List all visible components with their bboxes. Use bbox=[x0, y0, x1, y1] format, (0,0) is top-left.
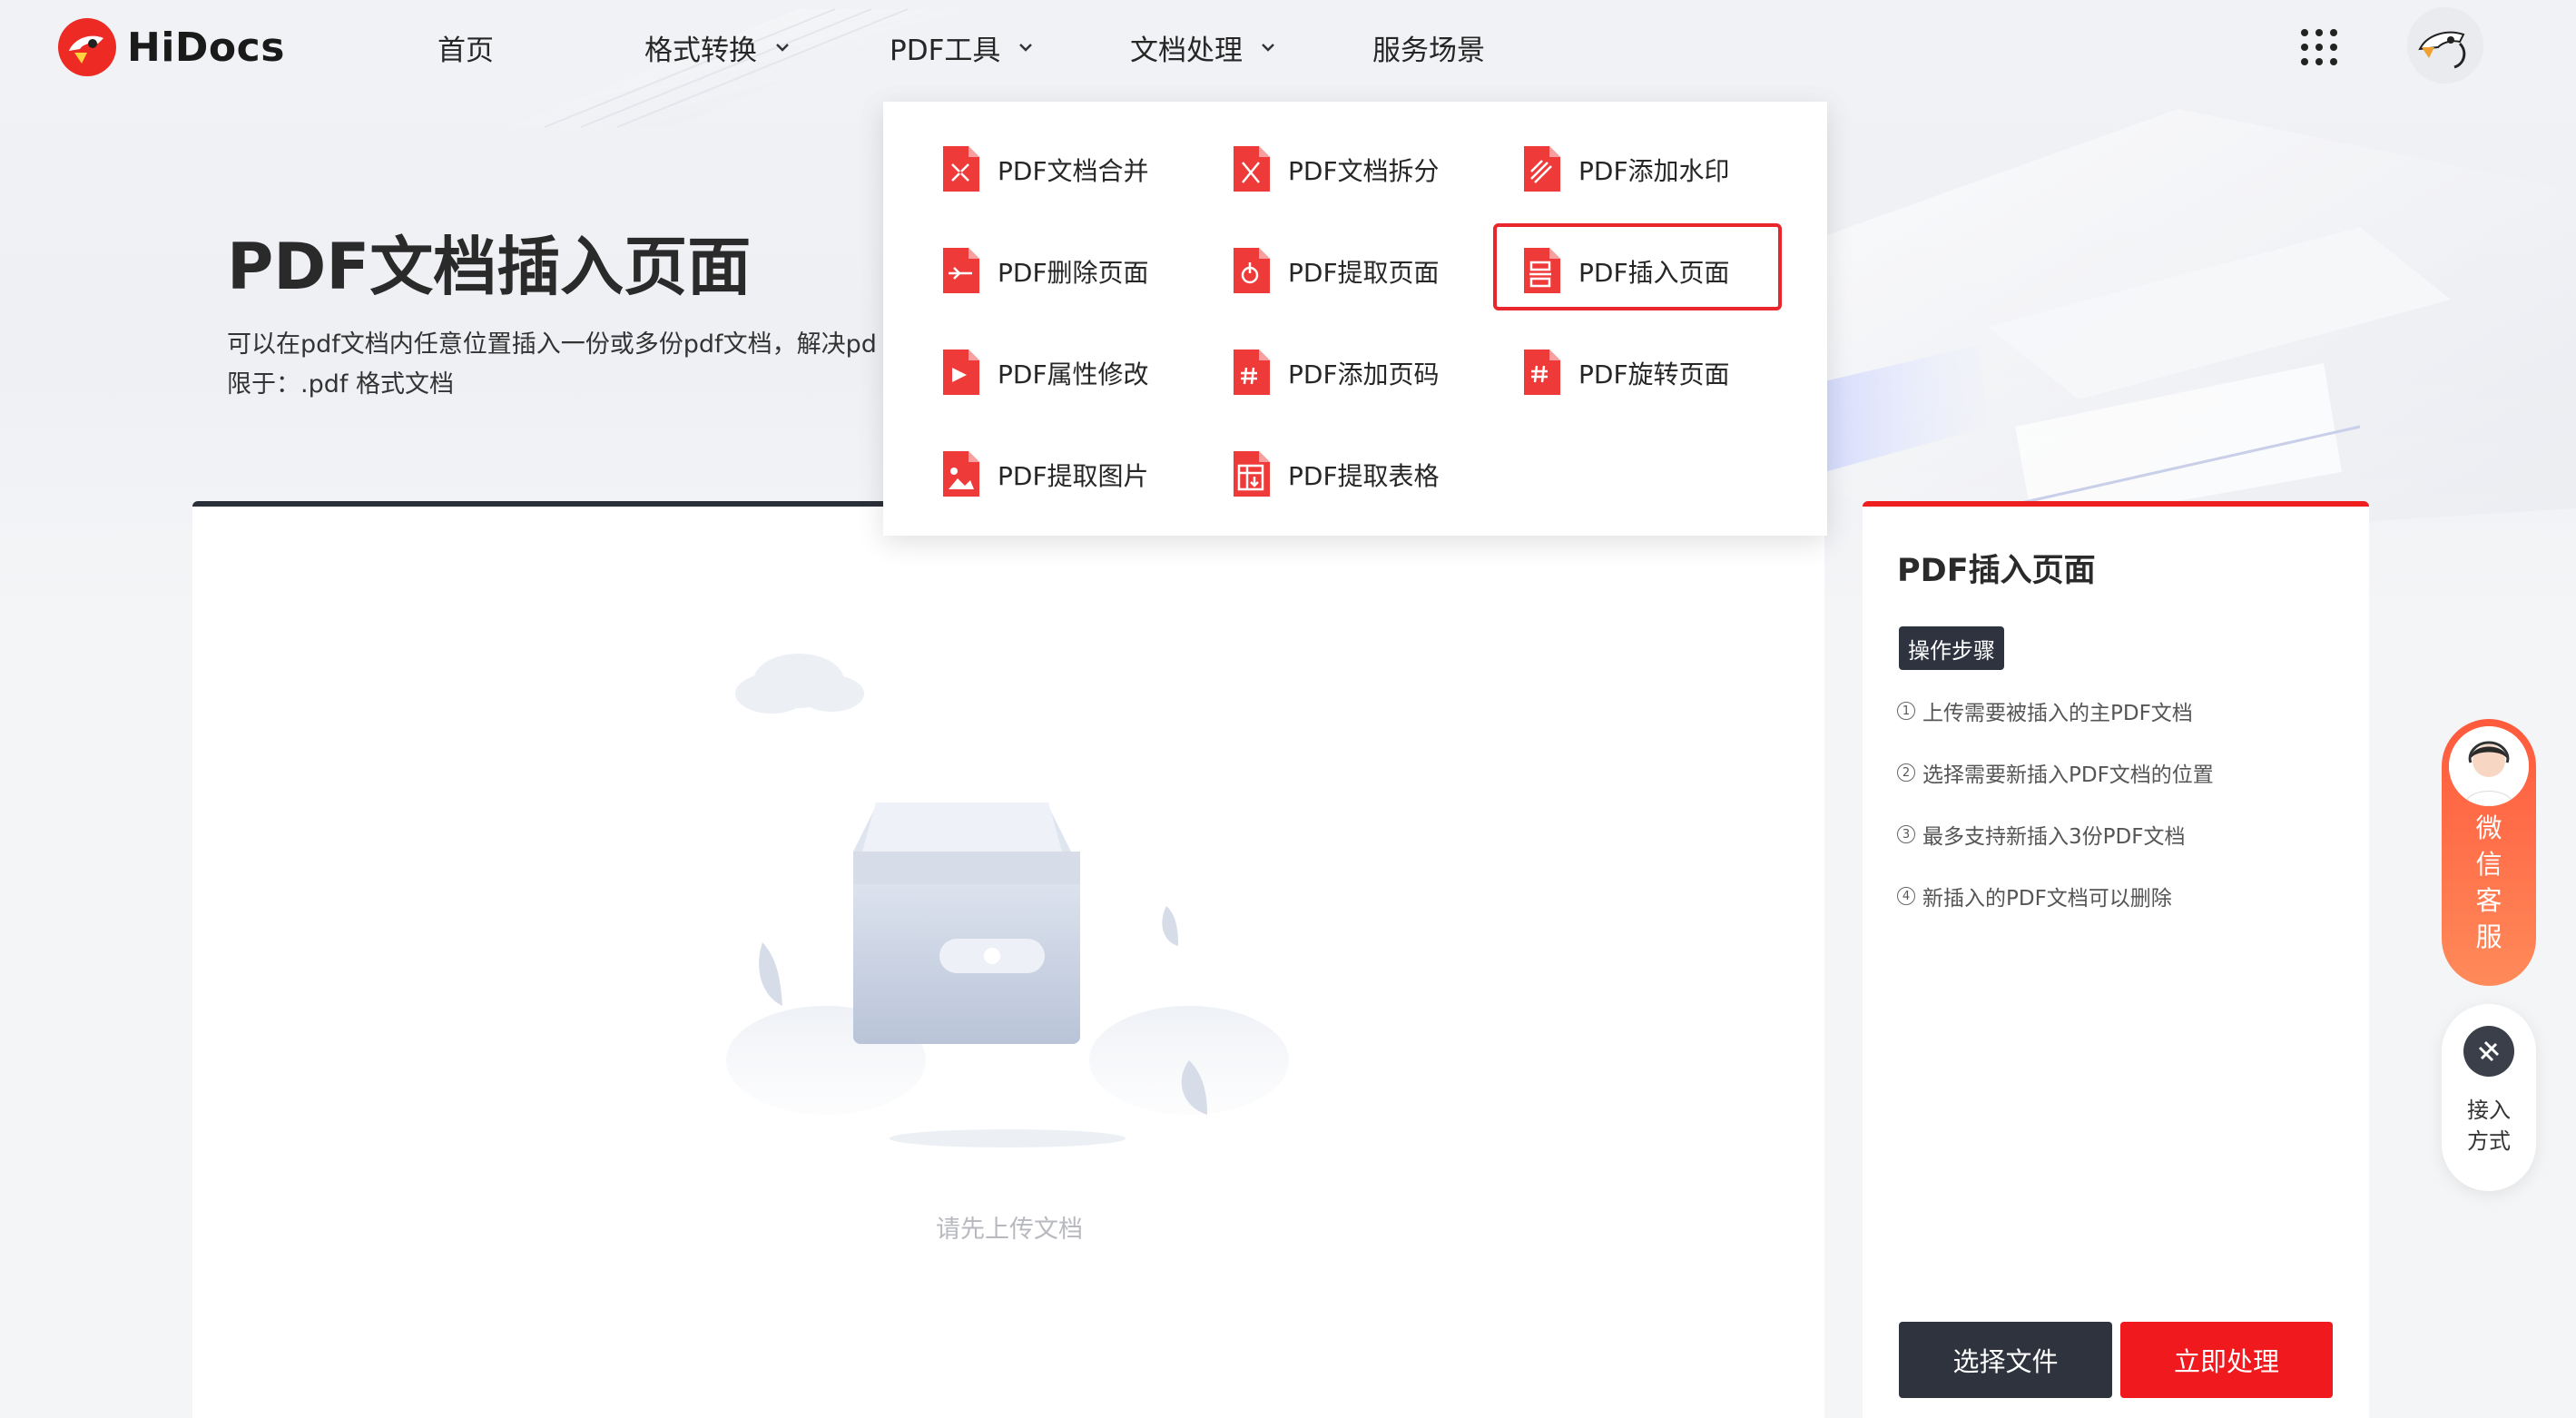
format-limit-text: 限于：.pdf 格式文档 bbox=[227, 370, 454, 399]
page-description: 可以在pdf文档内任意位置插入一份或多份pdf文档，解决pd bbox=[227, 330, 877, 359]
wechat-support-label: 微信客服 bbox=[2475, 812, 2502, 952]
logo-icon bbox=[58, 18, 116, 76]
menu-item-label: PDF提取表格 bbox=[1288, 461, 1440, 491]
chevron-down-icon bbox=[776, 44, 789, 52]
access-method-button[interactable]: 接入方式 bbox=[2442, 1004, 2536, 1191]
merge-icon bbox=[943, 146, 979, 192]
selected-menu-highlight bbox=[1493, 223, 1782, 310]
menu-item-label: PDF提取页面 bbox=[1288, 258, 1440, 288]
page-title: PDF文档插入页面 bbox=[227, 230, 752, 304]
step-number: 2 bbox=[1897, 763, 1915, 782]
brand-name: HiDocs bbox=[127, 24, 285, 71]
menu-item-label: PDF文档合并 bbox=[998, 156, 1149, 186]
nav-pdf-tools[interactable]: PDF工具 bbox=[890, 24, 1035, 71]
step-number: 3 bbox=[1897, 825, 1915, 843]
menu-item-label: PDF添加页码 bbox=[1288, 359, 1440, 389]
watermark-icon bbox=[1524, 146, 1560, 192]
rotate-page-icon bbox=[1524, 350, 1560, 395]
step-item: 2 选择需要新插入PDF文档的位置 bbox=[1897, 757, 2214, 788]
menu-item-properties[interactable]: PDF属性修改 bbox=[939, 341, 1149, 405]
nav-doc-processing[interactable]: 文档处理 bbox=[1130, 24, 1277, 71]
step-number: 1 bbox=[1897, 702, 1915, 720]
menu-item-extract-table[interactable]: PDF提取表格 bbox=[1230, 443, 1440, 507]
nav-home[interactable]: 首页 bbox=[438, 24, 494, 71]
menu-item-watermark[interactable]: PDF添加水印 bbox=[1520, 138, 1730, 202]
support-agent-avatar bbox=[2449, 726, 2529, 806]
access-method-label: 接入方式 bbox=[2467, 1098, 2511, 1154]
plug-icon bbox=[2463, 1026, 2514, 1077]
nav-home-label: 首页 bbox=[438, 34, 494, 67]
chevron-down-icon bbox=[1262, 44, 1274, 52]
menu-item-label: PDF添加水印 bbox=[1578, 156, 1730, 186]
nav-service-scenes[interactable]: 服务场景 bbox=[1372, 24, 1485, 71]
menu-item-page-number[interactable]: PDF添加页码 bbox=[1230, 341, 1440, 405]
apps-grid-icon[interactable] bbox=[2299, 27, 2339, 67]
step-item: 3 最多支持新插入3份PDF文档 bbox=[1897, 819, 2185, 850]
step-text: 选择需要新插入PDF文档的位置 bbox=[1922, 763, 2214, 787]
menu-item-extract-page[interactable]: PDF提取页面 bbox=[1230, 240, 1440, 303]
select-file-button[interactable]: 选择文件 bbox=[1899, 1322, 2112, 1398]
properties-icon bbox=[943, 350, 979, 395]
menu-item-label: PDF提取图片 bbox=[998, 461, 1149, 491]
brand-logo[interactable]: HiDocs bbox=[56, 13, 285, 82]
top-header: HiDocs 首页 格式转换 PDF工具 文档处理 服务场景 bbox=[0, 0, 2576, 94]
step-item: 4 新插入的PDF文档可以删除 bbox=[1897, 881, 2172, 911]
process-now-button[interactable]: 立即处理 bbox=[2120, 1322, 2333, 1398]
support-agent-icon bbox=[2449, 726, 2529, 806]
extract-image-icon bbox=[943, 451, 979, 497]
step-number: 4 bbox=[1897, 887, 1915, 905]
menu-item-split[interactable]: PDF文档拆分 bbox=[1230, 138, 1440, 202]
nav-pdf-tools-label: PDF工具 bbox=[890, 34, 1001, 67]
split-icon bbox=[1234, 146, 1270, 192]
menu-item-merge[interactable]: PDF文档合并 bbox=[939, 138, 1149, 202]
nav-service-scenes-label: 服务场景 bbox=[1372, 34, 1485, 67]
step-text: 上传需要被插入的主PDF文档 bbox=[1922, 702, 2193, 725]
menu-item-label: PDF属性修改 bbox=[998, 359, 1149, 389]
wechat-support-button[interactable]: 微信客服 bbox=[2442, 719, 2536, 986]
empty-box-illustration bbox=[726, 654, 1289, 1147]
page-number-icon bbox=[1234, 350, 1270, 395]
nav-format-convert[interactable]: 格式转换 bbox=[644, 24, 791, 71]
step-text: 新插入的PDF文档可以删除 bbox=[1922, 887, 2172, 911]
user-avatar[interactable] bbox=[2407, 7, 2483, 84]
steps-badge: 操作步骤 bbox=[1899, 626, 2004, 670]
menu-item-label: PDF删除页面 bbox=[998, 258, 1149, 288]
menu-item-label: PDF文档拆分 bbox=[1288, 156, 1440, 186]
nav-format-convert-label: 格式转换 bbox=[644, 34, 757, 67]
menu-item-label: PDF旋转页面 bbox=[1578, 359, 1730, 389]
menu-item-delete-page[interactable]: PDF删除页面 bbox=[939, 240, 1149, 303]
delete-page-icon bbox=[943, 248, 979, 293]
nav-doc-processing-label: 文档处理 bbox=[1130, 34, 1243, 67]
avatar-icon bbox=[2407, 7, 2483, 84]
menu-item-rotate-page[interactable]: PDF旋转页面 bbox=[1520, 341, 1730, 405]
extract-page-icon bbox=[1234, 248, 1270, 293]
side-panel-title: PDF插入页面 bbox=[1897, 553, 2096, 589]
extract-table-icon bbox=[1234, 451, 1270, 497]
menu-item-extract-image[interactable]: PDF提取图片 bbox=[939, 443, 1149, 507]
step-text: 最多支持新插入3份PDF文档 bbox=[1922, 825, 2186, 849]
empty-upload-text: 请先上传文档 bbox=[936, 1216, 1083, 1244]
chevron-down-icon bbox=[1019, 44, 1033, 52]
step-item: 1 上传需要被插入的主PDF文档 bbox=[1897, 695, 2193, 726]
